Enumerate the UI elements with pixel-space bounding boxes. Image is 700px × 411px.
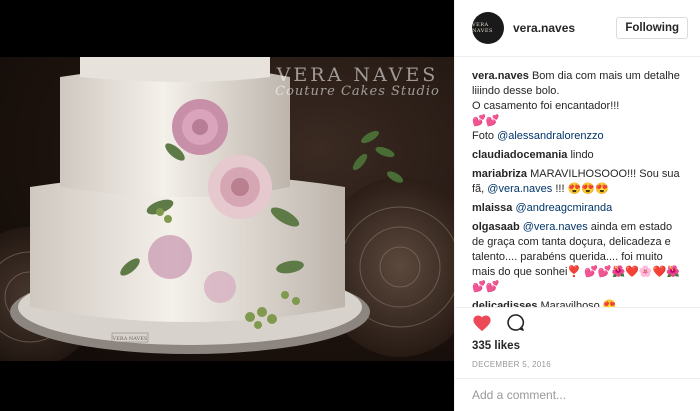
comment-text: lindo [570,149,594,161]
comment-item: mariabriza MARAVILHOSOOO!!! Sou sua fã, … [472,167,686,197]
comment-username[interactable]: olgasaab [472,221,520,233]
caption-line-1: Bom dia com mais um detalhe [531,70,680,82]
cake-photo: VERA NAVES VERA NAVES Couture Cakes Stud… [0,57,454,361]
following-button[interactable]: Following [616,17,688,39]
like-count[interactable]: 335 likes [455,340,700,358]
comment-item: delicadisses Maravilhoso 😍 [472,299,686,307]
caption: vera.naves Bom dia com mais um detalhe l… [472,69,686,144]
comments-list[interactable]: vera.naves Bom dia com mais um detalhe l… [455,57,700,307]
header-username[interactable]: vera.naves [513,21,616,35]
watermark-brand: VERA NAVES [276,64,439,86]
heart-filled-icon[interactable] [472,314,492,335]
comment-username[interactable]: claudiadocemania [472,149,567,161]
mention-link[interactable]: @vera.naves [487,183,552,195]
caption-credit-link[interactable]: @alessandralorenzzo [497,130,604,142]
avatar[interactable]: VERA NAVES [472,12,504,44]
post-header: VERA NAVES vera.naves Following [455,0,700,57]
caption-line-3: O casamento foi encantador!!! [472,100,620,112]
comment-text: !!! 😍😍😍 [552,183,609,195]
caption-line-2: liiindo desse bolo. [472,85,560,97]
comment-item: olgasaab @vera.naves ainda em estado de … [472,220,686,295]
post-date: DECEMBER 5, 2016 [472,360,552,369]
post-sidebar: VERA NAVES vera.naves Following vera.nav… [454,0,700,411]
plate-engraving: VERA NAVES [112,336,148,342]
watermark-subtitle: Couture Cakes Studio [275,84,440,99]
comment-thread: claudiadocemania lindo mariabriza MARAVIL… [472,148,686,307]
mention-link[interactable]: @vera.naves [523,221,588,233]
caption-credit-prefix: Foto [472,130,498,142]
comment-item: claudiadocemania lindo [472,148,686,163]
comment-username[interactable]: mariabriza [472,168,527,180]
mention-link[interactable]: @andreagcmiranda [515,202,612,214]
watermark: VERA NAVES Couture Cakes Studio [270,64,445,99]
comment-username[interactable]: mlaissa [472,202,512,214]
add-comment-input[interactable]: Add a comment... [455,378,700,411]
speech-bubble-icon[interactable] [506,313,525,335]
action-bar [455,307,700,340]
comment-item: mlaissa @andreagcmiranda [472,201,686,216]
caption-credit: Foto @alessandralorenzzo [472,129,686,144]
post-photo[interactable]: VERA NAVES VERA NAVES Couture Cakes Stud… [0,0,454,411]
cake-illustration: VERA NAVES [0,57,454,361]
comment-text: Maravilhoso 😍 [540,300,617,307]
caption-line-4: 💕💕 [472,115,500,127]
instagram-post: VERA NAVES VERA NAVES Couture Cakes Stud… [0,0,700,411]
comment-username[interactable]: delicadisses [472,300,537,307]
caption-username[interactable]: vera.naves [472,70,529,82]
